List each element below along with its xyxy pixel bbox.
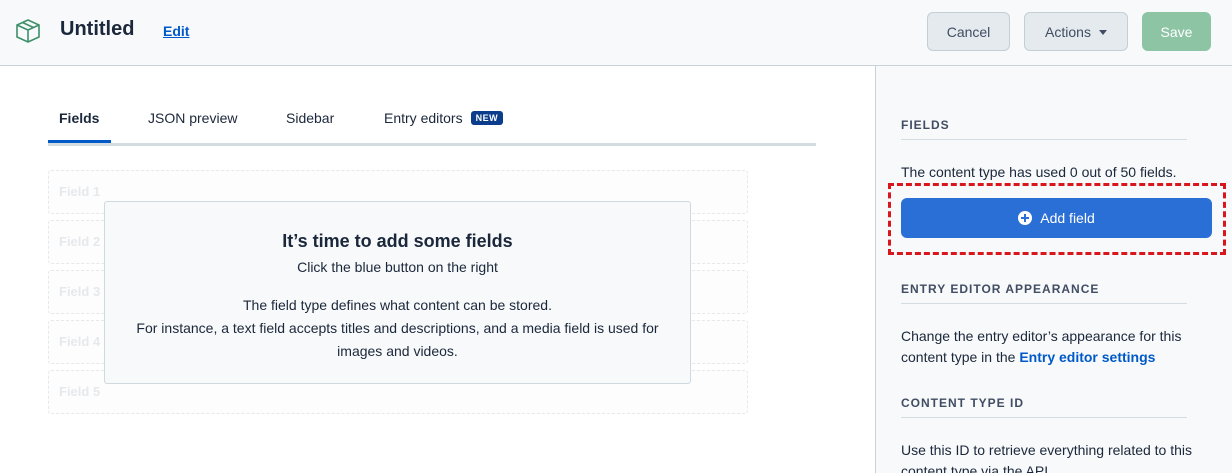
tab-entry-editors-label: Entry editors	[384, 110, 463, 126]
chevron-down-icon	[1098, 30, 1107, 35]
cancel-button[interactable]: Cancel	[927, 12, 1010, 51]
add-field-label: Add field	[1040, 210, 1095, 226]
empty-state-body: The field type defines what content can …	[105, 294, 690, 363]
add-field-button[interactable]: Add field	[901, 198, 1212, 238]
actions-button[interactable]: Actions	[1024, 12, 1128, 51]
content-type-id-heading: CONTENT TYPE ID	[901, 396, 1187, 418]
empty-state-subtitle: Click the blue button on the right	[297, 259, 498, 275]
appearance-text: Change the entry editor’s appearance for…	[901, 326, 1201, 368]
tab-sidebar[interactable]: Sidebar	[286, 110, 334, 126]
actions-label: Actions	[1045, 23, 1091, 40]
empty-state-title: It’s time to add some fields	[282, 231, 513, 251]
edit-link[interactable]: Edit	[163, 23, 189, 39]
empty-state-body-line: The field type defines what content can …	[243, 297, 552, 313]
entry-editor-appearance-heading: ENTRY EDITOR APPEARANCE	[901, 282, 1187, 304]
content-type-id-text: Use this ID to retrieve everything relat…	[901, 442, 1193, 473]
tab-bar: Fields JSON preview Sidebar Entry editor…	[48, 103, 816, 146]
fields-usage-text: The content type has used 0 out of 50 fi…	[901, 164, 1177, 180]
new-badge: NEW	[470, 111, 504, 125]
empty-state-card: It’s time to add some fields Click the b…	[104, 201, 691, 384]
tab-json-preview[interactable]: JSON preview	[148, 110, 237, 126]
content-type-box-icon	[16, 19, 40, 43]
fields-heading: FIELDS	[901, 118, 1187, 140]
main-panel: Fields JSON preview Sidebar Entry editor…	[0, 67, 875, 473]
tab-fields[interactable]: Fields	[59, 110, 99, 126]
tab-entry-editors[interactable]: Entry editors NEW	[384, 110, 504, 126]
page-title: Untitled	[60, 18, 135, 40]
right-sidebar: FIELDS The content type has used 0 out o…	[875, 66, 1232, 473]
empty-state-body-line: For instance, a text field accepts title…	[136, 320, 659, 359]
plus-circle-icon	[1018, 211, 1033, 225]
top-bar: Untitled Edit Cancel Actions Save	[0, 0, 1232, 66]
entry-editor-settings-link[interactable]: Entry editor settings	[1019, 349, 1155, 365]
active-tab-indicator	[48, 140, 111, 143]
save-button[interactable]: Save	[1142, 12, 1211, 51]
